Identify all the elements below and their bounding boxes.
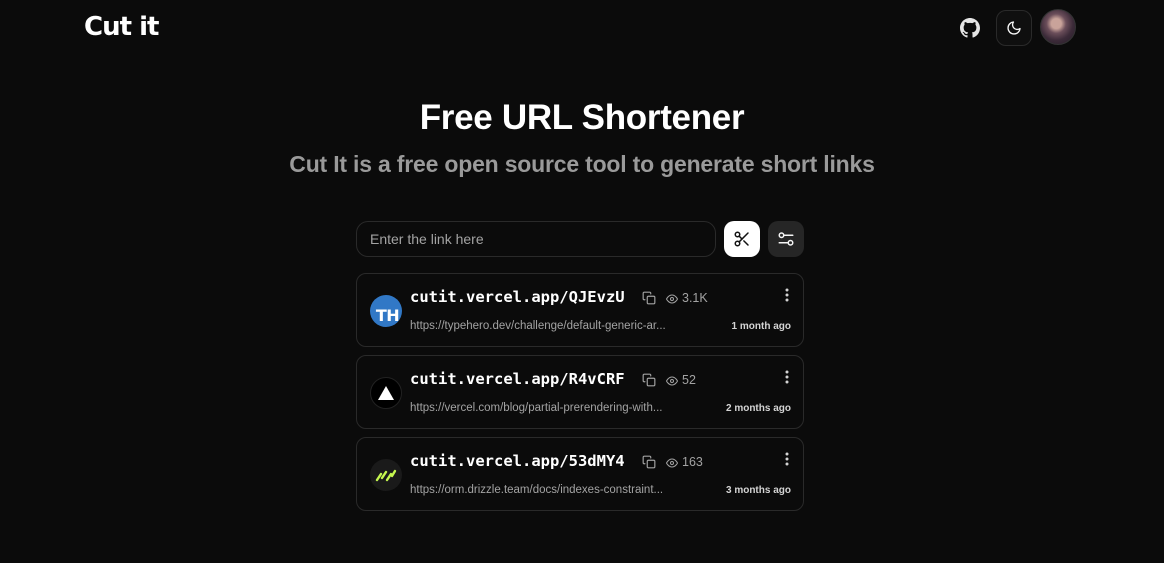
link-card[interactable]: cutit.vercel.app/R4vCRF 52 https://verce… <box>356 355 804 429</box>
copy-icon[interactable] <box>642 373 656 387</box>
scissors-icon <box>734 231 749 247</box>
link-card[interactable]: TH cutit.vercel.app/QJEvzU 3.1K https://… <box>356 273 804 347</box>
theme-toggle-button[interactable] <box>996 10 1032 46</box>
eye-icon <box>666 376 678 386</box>
link-card[interactable]: cutit.vercel.app/53dMY4 163 https://orm.… <box>356 437 804 511</box>
short-url[interactable]: cutit.vercel.app/53dMY4 <box>410 452 625 470</box>
original-url: https://typehero.dev/challenge/default-g… <box>410 320 666 332</box>
more-options-icon[interactable] <box>784 451 790 467</box>
view-count: 163 <box>682 455 703 469</box>
created-time: 3 months ago <box>725 485 791 496</box>
header: Cut it <box>0 0 1164 56</box>
typehero-icon: TH <box>370 295 402 327</box>
short-url[interactable]: cutit.vercel.app/QJEvzU <box>410 288 625 306</box>
sliders-icon <box>778 232 794 246</box>
view-count: 3.1K <box>682 291 708 305</box>
created-time: 2 months ago <box>725 403 791 414</box>
eye-icon <box>666 458 678 468</box>
eye-icon <box>666 294 678 304</box>
url-input[interactable] <box>356 221 716 257</box>
drizzle-icon <box>370 459 402 491</box>
user-avatar[interactable] <box>1040 9 1076 45</box>
github-icon <box>960 18 980 38</box>
moon-icon <box>1007 21 1021 35</box>
vercel-icon <box>370 377 402 409</box>
view-count: 52 <box>682 373 696 387</box>
more-options-icon[interactable] <box>784 287 790 303</box>
logo[interactable]: Cut it <box>84 12 159 42</box>
page-subtitle: Cut It is a free open source tool to gen… <box>289 151 875 177</box>
more-options-icon[interactable] <box>784 369 790 385</box>
settings-button[interactable] <box>768 221 804 257</box>
shorten-button[interactable] <box>724 221 760 257</box>
original-url: https://vercel.com/blog/partial-prerende… <box>410 402 663 414</box>
copy-icon[interactable] <box>642 291 656 305</box>
page-title: Free URL Shortener <box>419 98 745 137</box>
github-button[interactable] <box>952 10 988 46</box>
created-time: 1 month ago <box>731 321 791 332</box>
short-url[interactable]: cutit.vercel.app/R4vCRF <box>410 370 625 388</box>
copy-icon[interactable] <box>642 455 656 469</box>
original-url: https://orm.drizzle.team/docs/indexes-co… <box>410 484 664 496</box>
